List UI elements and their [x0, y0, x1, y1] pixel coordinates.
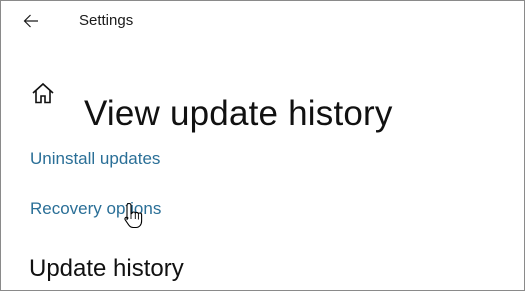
back-arrow-icon	[23, 14, 38, 28]
title-bar: Settings	[1, 1, 524, 41]
app-title: Settings	[79, 12, 134, 29]
settings-window: Settings View update history Uninstall u…	[0, 0, 525, 291]
home-icon[interactable]	[31, 81, 55, 105]
update-history-heading: Update history	[29, 255, 184, 282]
page-title: View update history	[84, 94, 393, 134]
back-button[interactable]	[15, 5, 47, 37]
recovery-options-link[interactable]: Recovery options	[30, 199, 161, 219]
uninstall-updates-link[interactable]: Uninstall updates	[30, 149, 160, 169]
page-header: View update history	[31, 71, 392, 133]
